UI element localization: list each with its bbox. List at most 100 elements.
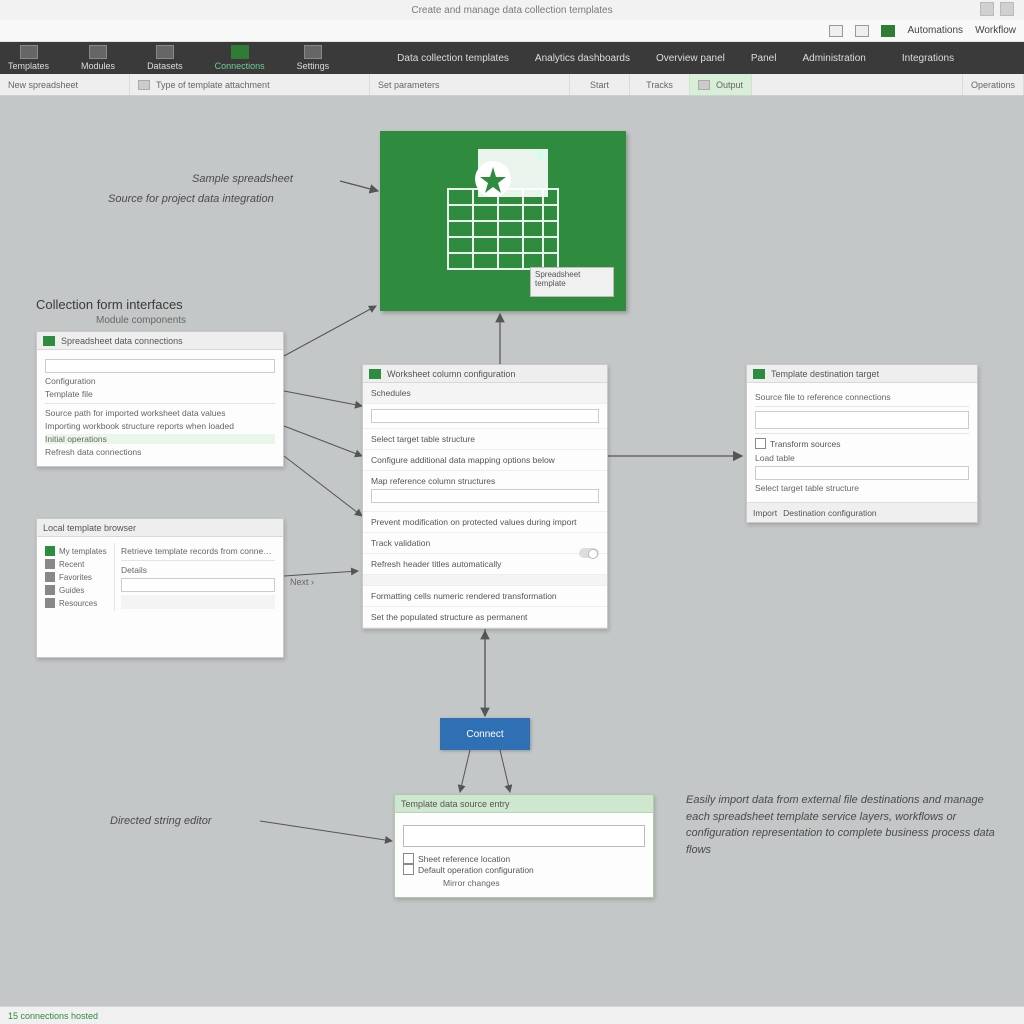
title-bar: Create and manage data collection templa…	[0, 0, 1024, 20]
sub-ops[interactable]: Operations	[963, 74, 1024, 95]
panelD-chk[interactable]: Transform sources	[755, 438, 969, 449]
menu-bar: Automations Workflow	[0, 20, 1024, 42]
title-text: Create and manage data collection templa…	[411, 5, 612, 16]
nav-recent[interactable]: Recent	[45, 559, 110, 569]
sub-type[interactable]: Type of template attachment	[130, 74, 370, 95]
anno-string-editor: Directed string editor	[110, 814, 212, 829]
panelA-r4[interactable]: Initial operations	[45, 434, 275, 444]
panelE-input[interactable]	[403, 825, 645, 847]
panelD-r1: Source file to reference connections	[755, 392, 969, 402]
tab-analytics[interactable]: Analytics dashboards	[535, 53, 630, 64]
panelE-title: Template data source entry	[401, 799, 510, 809]
panelE-o1[interactable]: Sheet reference location	[403, 853, 645, 864]
ribbon-templates[interactable]: Templates	[4, 45, 53, 71]
menu-automations[interactable]: Automations	[907, 25, 963, 36]
panelC-o6[interactable]: Track validation	[363, 533, 607, 554]
titlebar-right	[980, 2, 1014, 16]
grid-small-icon	[369, 369, 381, 379]
output-icon	[698, 80, 710, 90]
sub-tracks[interactable]: Tracks	[630, 74, 690, 95]
nav-resources[interactable]: Resources	[45, 598, 110, 608]
description-paragraph: Easily import data from external file de…	[686, 792, 996, 858]
panelD-sec: Load table	[755, 453, 969, 463]
panel-destination[interactable]: Template destination target Source file …	[746, 364, 978, 523]
anno-sample-spreadsheet: Sample spreadsheet	[192, 172, 293, 187]
tab-panel[interactable]: Panel	[751, 53, 777, 64]
tab-integrations[interactable]: Integrations	[902, 53, 954, 64]
window-min-icon[interactable]	[980, 2, 994, 16]
nav-guides[interactable]: Guides	[45, 585, 110, 595]
panelC-o8[interactable]: Formatting cells numeric rendered transf…	[363, 586, 607, 607]
grid-icon[interactable]	[829, 25, 843, 37]
nav-my-templates[interactable]: My templates	[45, 546, 110, 556]
connect-node[interactable]: Connect	[440, 718, 530, 750]
panelC-o4[interactable]: Map reference column structures	[363, 471, 607, 512]
panel-data-source-entry[interactable]: Template data source entry Sheet referen…	[394, 794, 654, 898]
status-bar: 15 connections hosted	[0, 1006, 1024, 1024]
panelC-o7[interactable]: Refresh header titles automatically	[363, 554, 607, 575]
tab-data-collection[interactable]: Data collection templates	[397, 53, 509, 64]
attach-icon	[138, 80, 150, 90]
ribbon-settings[interactable]: Settings	[293, 45, 334, 71]
panelC-spacer	[363, 575, 607, 586]
menu-workflow[interactable]: Workflow	[975, 25, 1016, 36]
panelD-det: Select target table structure	[755, 483, 969, 493]
panelC-title: Worksheet column configuration	[387, 369, 515, 379]
panelB-detail: Details	[121, 565, 275, 575]
panelD-input[interactable]	[755, 411, 969, 429]
panelA-sub: Configuration	[45, 376, 275, 386]
spreadsheet-doc-icon	[438, 149, 568, 277]
diagram-canvas: Sample spreadsheet Source for project da…	[0, 96, 1024, 1006]
panelB-nav: My templates Recent Favorites Guides Res…	[45, 543, 115, 611]
sub-output[interactable]: Output	[690, 74, 752, 95]
sub-toolbar: New spreadsheet Type of template attachm…	[0, 74, 1024, 96]
panelB-field[interactable]	[121, 578, 275, 592]
sheet-small-icon	[43, 336, 55, 346]
panelA-r5[interactable]: Refresh data connections	[45, 447, 275, 457]
nav-favorites[interactable]: Favorites	[45, 572, 110, 582]
panelD-title: Template destination target	[771, 369, 879, 379]
ribbon: Templates Modules Datasets Connections S…	[0, 42, 1024, 74]
panelC-o5[interactable]: Prevent modification on protected values…	[363, 512, 607, 533]
window-max-icon[interactable]	[1000, 2, 1014, 16]
panelA-r2: Source path for imported worksheet data …	[45, 408, 275, 418]
target-icon	[753, 369, 765, 379]
box-icon	[45, 598, 55, 608]
panel-template-browser[interactable]: Local template browser My templates Rece…	[36, 518, 284, 658]
panelA-title: Spreadsheet data connections	[61, 336, 183, 346]
panelE-o2[interactable]: Default operation configuration	[403, 864, 645, 875]
panelA-r3: Importing workbook structure reports whe…	[45, 421, 275, 431]
ribbon-datasets[interactable]: Datasets	[143, 45, 187, 71]
panelB-title: Local template browser	[43, 523, 136, 533]
panelD-field2[interactable]	[755, 466, 969, 480]
panelA-r1[interactable]: Template file	[45, 389, 275, 399]
panelD-destcfg[interactable]: Destination configuration	[783, 508, 877, 518]
panelE-o3[interactable]: Mirror changes	[443, 878, 645, 888]
ribbon-tabs: Data collection templates Analytics dash…	[397, 53, 954, 64]
ribbon-modules[interactable]: Modules	[77, 45, 119, 71]
panel-column-config[interactable]: Worksheet column configuration Schedules…	[362, 364, 608, 629]
sub-params[interactable]: Set parameters	[370, 74, 570, 95]
tab-admin[interactable]: Administration	[802, 53, 865, 64]
ribbon-connections[interactable]: Connections	[211, 45, 269, 71]
anno-source-integration: Source for project data integration	[108, 192, 274, 207]
tab-overview[interactable]: Overview panel	[656, 53, 725, 64]
sub-new[interactable]: New spreadsheet	[0, 74, 130, 95]
connect-label: Connect	[466, 729, 503, 740]
folder-icon	[45, 546, 55, 556]
sub-start[interactable]: Start	[570, 74, 630, 95]
panelC-o1[interactable]	[363, 404, 607, 429]
hero-badge: Spreadsheet template	[530, 267, 614, 297]
panelD-footer: Import Destination configuration	[747, 502, 977, 522]
hero-spreadsheet-tile[interactable]: Spreadsheet template	[380, 131, 626, 311]
sheet-icon[interactable]	[881, 25, 895, 37]
toggle-validation[interactable]	[579, 548, 599, 558]
page-icon[interactable]	[855, 25, 869, 37]
panelC-o3[interactable]: Configure additional data mapping option…	[363, 450, 607, 471]
panelC-o9[interactable]: Set the populated structure as permanent	[363, 607, 607, 628]
panelA-input[interactable]	[45, 359, 275, 373]
book-icon	[45, 585, 55, 595]
panel-data-connections[interactable]: Spreadsheet data connections Configurati…	[36, 331, 284, 467]
panelD-import[interactable]: Import	[753, 508, 777, 518]
panelC-o2[interactable]: Select target table structure	[363, 429, 607, 450]
